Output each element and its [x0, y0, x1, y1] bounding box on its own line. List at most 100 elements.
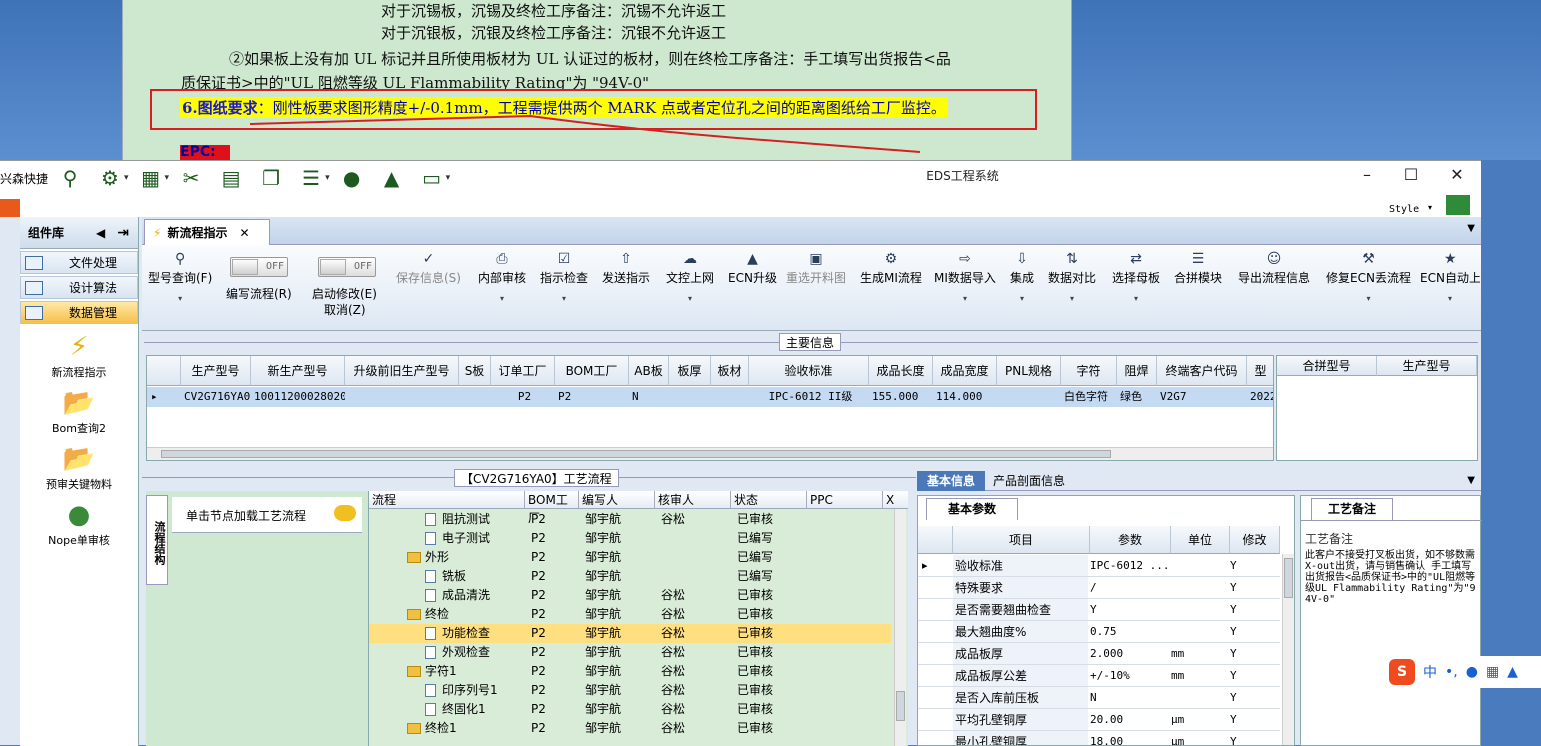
library-item-data[interactable]: 数据管理 — [20, 301, 138, 324]
tree-row[interactable]: 终固化1 P2 邹宇航 谷松 已审核 — [369, 700, 891, 719]
param-cell[interactable]: Y — [1230, 577, 1270, 599]
close-button[interactable]: ✕ — [1442, 165, 1472, 184]
param-cell[interactable]: 2.000 — [1090, 643, 1168, 665]
param-row[interactable]: 是否需要翘曲检查 Y Y — [918, 599, 1280, 621]
table-cell[interactable]: V2G7 — [1157, 387, 1247, 407]
param-cell[interactable]: μm — [1171, 731, 1227, 745]
tree-row[interactable]: 阻抗测试 P2 邹宇航 谷松 已审核 — [369, 510, 891, 529]
param-cell[interactable]: μm — [1171, 709, 1227, 731]
flow-structure-tab[interactable]: 流程结构 — [146, 495, 168, 585]
tree-row[interactable]: 外形 P2 邹宇航 已编写 — [369, 548, 891, 567]
library-item-design[interactable]: 设计算法 — [20, 276, 138, 299]
auto-modify-toggle[interactable]: OFF — [318, 257, 376, 277]
tree-row[interactable]: 铣板 P2 邹宇航 已编写 — [369, 567, 891, 586]
param-cell[interactable]: 成品板厚公差 — [953, 665, 1088, 686]
tree-row[interactable]: 成品清洗 P2 邹宇航 谷松 已审核 — [369, 586, 891, 605]
column-header[interactable]: 编写人 — [579, 491, 655, 509]
param-row[interactable]: 平均孔壁铜厚 20.00 μm Y — [918, 709, 1280, 731]
column-header[interactable]: BOM工厂 — [525, 491, 579, 525]
table-cell[interactable]: 10011200028020 — [251, 387, 345, 407]
nav-key-material[interactable]: 📂 预审关键物料 — [20, 442, 138, 492]
param-cell[interactable]: 是否入库前压板 — [953, 687, 1088, 708]
integrate-button[interactable]: ⇩ 集成 ▾ — [1010, 251, 1034, 303]
column-header[interactable]: 项目 — [953, 526, 1090, 554]
param-cell[interactable]: mm — [1171, 643, 1227, 665]
tree-row[interactable]: 外观检查 P2 邹宇航 谷松 已审核 — [369, 643, 891, 662]
param-cell[interactable]: Y — [1230, 599, 1270, 621]
param-cell[interactable]: Y — [1230, 555, 1270, 577]
merge-module-button[interactable]: ☰ 合拼模块 — [1174, 251, 1222, 286]
tree-row[interactable]: 终检 P2 邹宇航 谷松 已审核 — [369, 605, 891, 624]
chevron-down-icon[interactable]: ▼ — [1467, 475, 1475, 486]
publish-button[interactable]: ☁ 文控上网 ▾ — [666, 251, 714, 303]
param-cell[interactable]: Y — [1230, 731, 1270, 745]
ime-toolbar[interactable]: S 中 •, ● ▦ ▲ — [1385, 656, 1541, 688]
param-cell[interactable]: +/-10% — [1090, 665, 1168, 687]
param-cell[interactable]: Y — [1230, 665, 1270, 687]
close-icon[interactable]: ✕ — [239, 226, 249, 240]
table-cell[interactable]: 2022/ — [1247, 387, 1273, 407]
column-header[interactable]: PPC — [807, 491, 883, 509]
tree-row[interactable]: 功能检查 P2 邹宇航 谷松 已审核 — [369, 624, 891, 643]
nav-new-flow[interactable]: ⚡ 新流程指示 — [20, 330, 138, 380]
column-header[interactable]: PNL规格 — [997, 356, 1061, 386]
column-header[interactable]: 状态 — [731, 491, 807, 509]
column-header[interactable]: 板材 — [711, 356, 749, 386]
param-cell[interactable]: 验收标准 — [953, 555, 1088, 576]
column-header[interactable]: X — [883, 491, 908, 509]
param-cell[interactable]: 最大翘曲度% — [953, 621, 1088, 642]
horizontal-scrollbar[interactable] — [147, 447, 1273, 460]
column-header[interactable]: 生产型号 — [1377, 356, 1477, 376]
export-flow-button[interactable]: ☺ 导出流程信息 — [1238, 251, 1310, 286]
column-header[interactable]: 修改 — [1230, 526, 1280, 554]
minimize-button[interactable]: – — [1352, 165, 1382, 184]
skin-icon[interactable]: ▲ — [1507, 664, 1518, 680]
column-header[interactable]: 阻焊 — [1117, 356, 1157, 386]
table-cell[interactable]: 114.000 — [933, 387, 997, 407]
scrollbar-thumb[interactable] — [161, 450, 1111, 458]
table-cell[interactable]: P2 — [491, 387, 555, 407]
tab-profile-info[interactable]: 产品剖面信息 — [993, 471, 1065, 491]
select-motherboard-button[interactable]: ⇄ 选择母板 ▾ — [1112, 251, 1160, 303]
table-cell[interactable]: P2 — [555, 387, 629, 407]
excel-icon[interactable] — [1446, 195, 1470, 215]
pin-icon[interactable]: ⇥ — [117, 225, 129, 241]
column-header[interactable]: S板 — [459, 356, 491, 386]
table-cell[interactable]: 绿色 — [1117, 387, 1157, 407]
param-row[interactable]: ▸ 验收标准 IPC-6012 ... Y — [918, 555, 1280, 577]
column-header[interactable]: 终端客户代码 — [1157, 356, 1247, 386]
style-selector[interactable]: Style — [1389, 204, 1419, 215]
reselect-cut-button[interactable]: ▣ 重选开料图 — [786, 251, 846, 286]
tab-new-flow[interactable]: ⚡ 新流程指示 ✕ — [144, 219, 270, 245]
repair-ecn-button[interactable]: ⚒ 修复ECN丢流程 ▾ — [1326, 251, 1411, 303]
maximize-button[interactable]: ☐ — [1396, 165, 1426, 184]
column-header[interactable]: BOM工厂 — [555, 356, 629, 386]
column-header[interactable]: 成品长度 — [869, 356, 933, 386]
param-cell[interactable]: mm — [1171, 665, 1227, 687]
chevron-down-icon[interactable]: ▾ — [1428, 203, 1432, 212]
keyboard-icon[interactable]: ▦ — [1486, 664, 1499, 680]
column-header[interactable]: 板厚 — [669, 356, 711, 386]
column-header[interactable]: 流程 — [369, 491, 525, 509]
check-instruction-button[interactable]: ☑ 指示检查 ▾ — [540, 251, 588, 303]
tab-process-notes[interactable]: 工艺备注 — [1311, 498, 1393, 520]
column-header[interactable]: AB板 — [629, 356, 669, 386]
ime-mode[interactable]: 中 — [1423, 662, 1437, 682]
column-header[interactable]: 新生产型号 — [251, 356, 345, 386]
punctuation-icon[interactable]: •, — [1445, 664, 1458, 680]
microphone-icon[interactable]: ● — [1466, 664, 1478, 680]
param-cell[interactable]: 平均孔壁铜厚 — [953, 709, 1088, 730]
param-row[interactable]: 最大翘曲度% 0.75 Y — [918, 621, 1280, 643]
param-row[interactable]: 是否入库前压板 N Y — [918, 687, 1280, 709]
notes-text[interactable]: 此客户不接受打叉板出货，如不够数需X-out出货，请与销售确认 手工填写出货报告… — [1305, 550, 1481, 605]
save-info-button[interactable]: ✓ 保存信息(S) — [396, 251, 461, 286]
scrollbar-thumb[interactable] — [1284, 558, 1293, 598]
param-cell[interactable]: 成品板厚 — [953, 643, 1088, 664]
column-header[interactable]: 字符 — [1061, 356, 1117, 386]
tree-row[interactable]: 印序列号1 P2 邹宇航 谷松 已审核 — [369, 681, 891, 700]
column-header[interactable]: 型 — [1247, 356, 1273, 386]
param-cell[interactable]: 特殊要求 — [953, 577, 1088, 598]
sogou-icon[interactable]: S — [1389, 659, 1415, 685]
table-cell[interactable]: N — [629, 387, 669, 407]
param-row[interactable]: 成品板厚公差 +/-10% mm Y — [918, 665, 1280, 687]
